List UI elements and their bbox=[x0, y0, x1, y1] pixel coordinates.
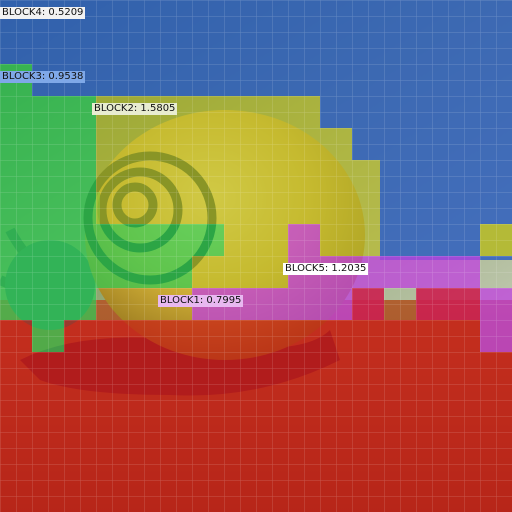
block2-label: BLOCK2: 1.5805 bbox=[92, 103, 178, 115]
block1-label: BLOCK1: 0.7995 bbox=[158, 295, 244, 307]
block3-label: BLOCK3: 0.9538 bbox=[0, 71, 86, 83]
segmentation-image: BLOCK4: 0.5209 BLOCK3: 0.9538 BLOCK2: 1.… bbox=[0, 0, 512, 512]
block5-label: BLOCK5: 1.2035 bbox=[283, 263, 369, 275]
block4-label: BLOCK4: 0.5209 bbox=[0, 7, 86, 19]
